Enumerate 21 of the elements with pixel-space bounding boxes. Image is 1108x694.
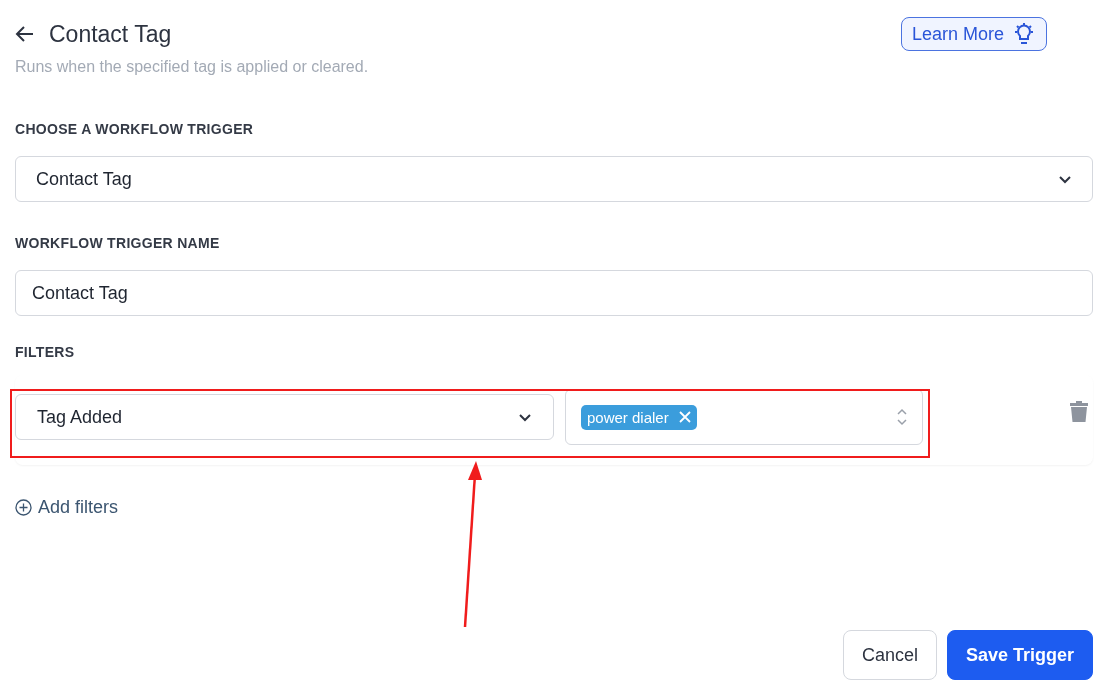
plus-circle-icon (15, 499, 32, 516)
lightbulb-icon (1012, 22, 1036, 46)
cancel-button[interactable]: Cancel (842, 630, 937, 680)
trash-icon[interactable] (1069, 400, 1089, 422)
chevron-down-icon (1058, 174, 1072, 184)
tag-chip: power dialer (581, 404, 697, 430)
chevron-down-icon (518, 412, 532, 422)
trigger-select[interactable]: Contact Tag (15, 156, 1093, 202)
add-filters-button[interactable]: Add filters (15, 497, 119, 518)
page-subtitle: Runs when the specified tag is applied or cleared. (15, 58, 370, 76)
section-label: FILTERS (15, 344, 76, 360)
learn-more-button[interactable]: Learn More (900, 17, 1047, 51)
section-label: WORKFLOW TRIGGER NAME (15, 235, 221, 251)
up-down-chevron-icon (897, 408, 907, 426)
back-arrow-icon[interactable] (15, 25, 35, 43)
section-label: CHOOSE A WORKFLOW TRIGGER (15, 121, 255, 137)
page-title: Contact Tag (49, 20, 172, 48)
trigger-name-field[interactable]: Contact Tag (15, 270, 1093, 316)
close-icon[interactable] (678, 411, 691, 423)
save-button[interactable]: Save Trigger (946, 630, 1093, 680)
condition-select[interactable]: Tag Added (15, 394, 554, 440)
